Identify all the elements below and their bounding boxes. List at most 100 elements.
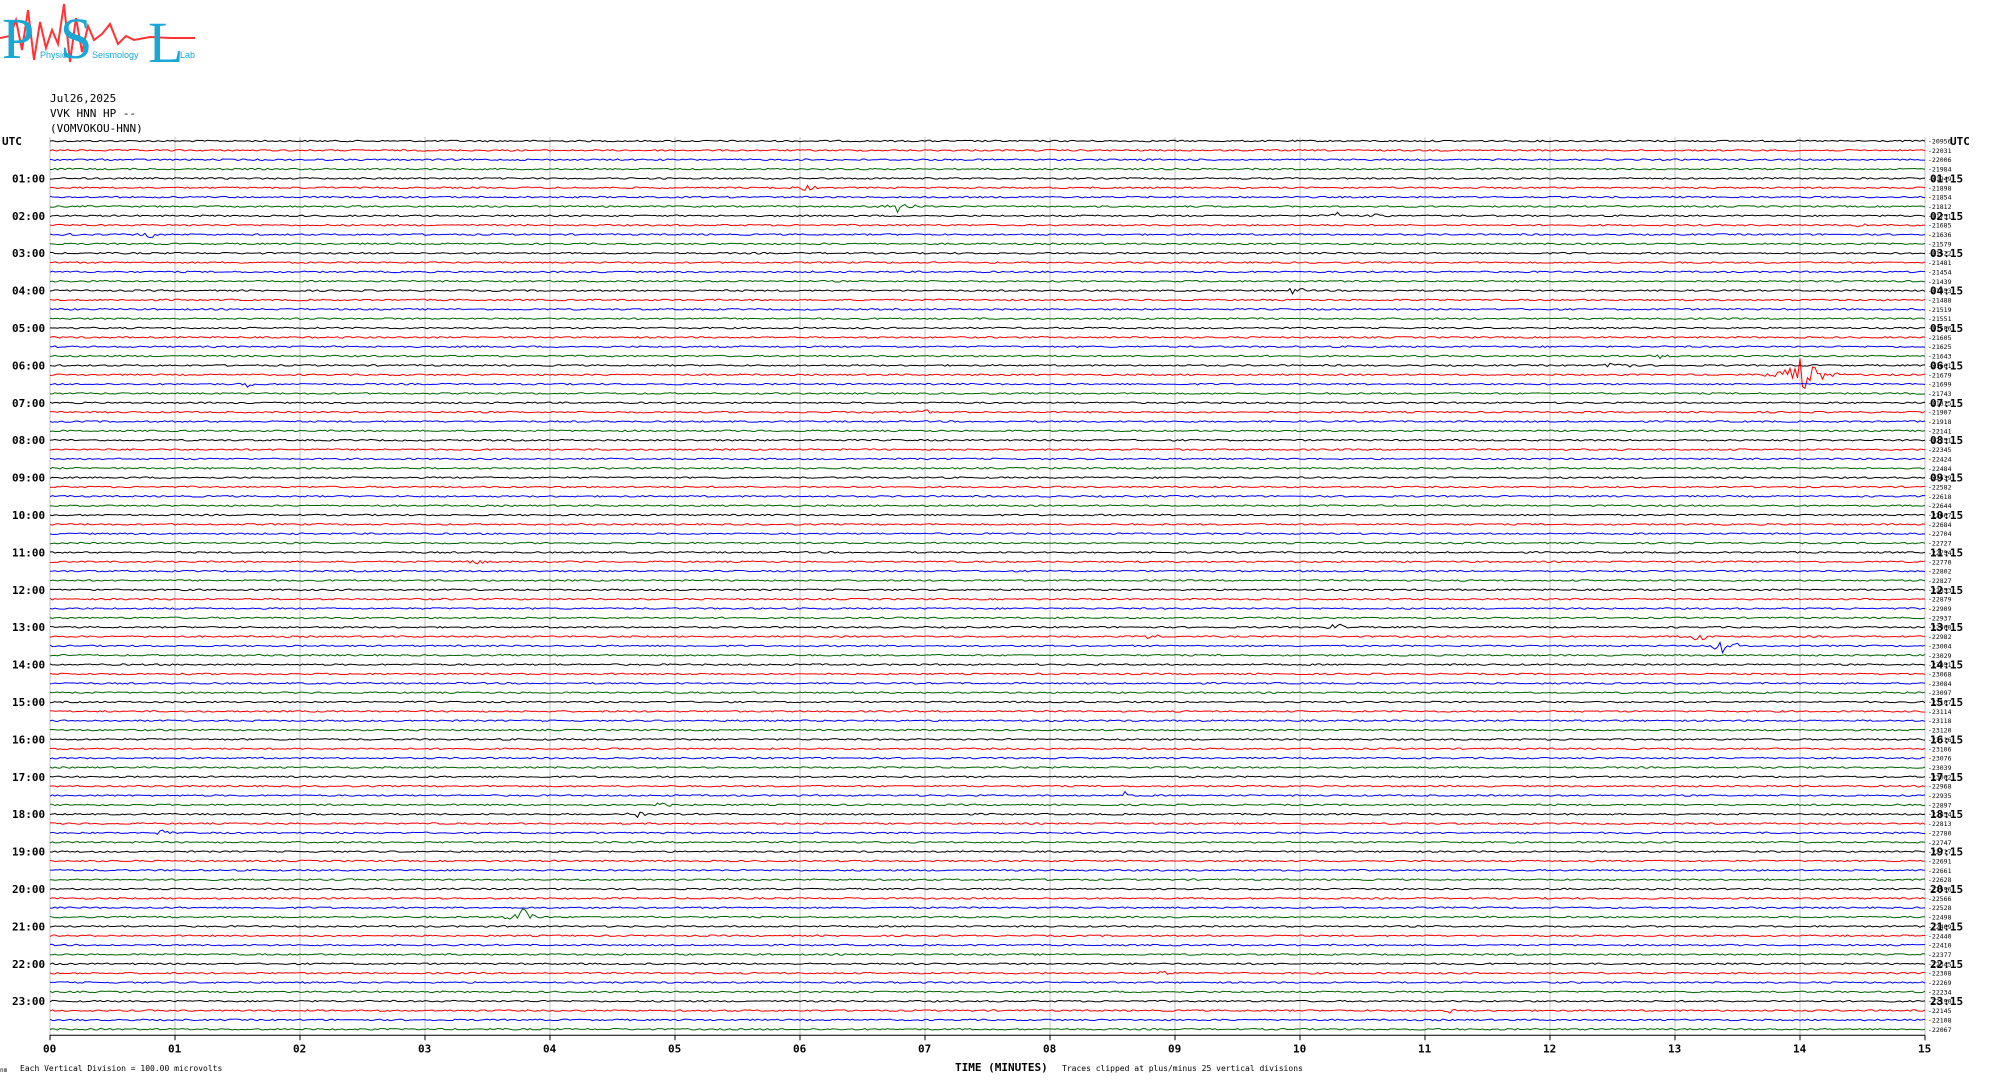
trace-mean-label-82: -22566 (1928, 895, 1952, 903)
trace-mean-label-59: -23084 (1928, 680, 1952, 688)
trace-mean-label-15: -21454 (1928, 268, 1952, 276)
trace-mean-label-46: -22770 (1928, 558, 1952, 566)
trace-line-40 (49, 504, 1926, 507)
left-hour-label-21:00: 21:00 (12, 920, 45, 933)
trace-mean-label-2: -22031 (1928, 147, 1952, 155)
right-hour-label-08:15: 08:15 (1930, 434, 1963, 447)
x-tick-label-14: 14 (1793, 1042, 1807, 1055)
left-hour-label-12:00: 12:00 (12, 584, 45, 597)
trace-mean-label-91: -22269 (1928, 979, 1952, 987)
trace-line-63 (49, 719, 1926, 723)
trace-mean-label-47: -22802 (1928, 568, 1952, 576)
trace-mean-label-87: -22410 (1928, 942, 1952, 950)
x-tick-label-07: 07 (918, 1042, 931, 1055)
trace-line-57 (49, 663, 1926, 666)
trace-line-22 (49, 336, 1926, 339)
trace-line-94 (49, 1008, 1926, 1014)
trace-line-74 (49, 822, 1926, 825)
trace-line-60 (49, 691, 1926, 695)
trace-mean-label-62: -23114 (1928, 708, 1952, 716)
trace-line-15 (49, 270, 1926, 274)
trace-line-54 (49, 634, 1926, 641)
trace-line-87 (49, 943, 1926, 947)
trace-line-16 (49, 279, 1926, 283)
trace-mean-label-70: -22968 (1928, 783, 1952, 791)
trace-line-45 (49, 551, 1926, 554)
x-tick-label-05: 05 (668, 1042, 681, 1055)
trace-line-62 (49, 710, 1926, 713)
trace-line-1 (49, 139, 1926, 143)
trace-line-58 (49, 672, 1926, 676)
right-hour-label-18:15: 18:15 (1930, 808, 1963, 821)
trace-line-86 (49, 934, 1926, 938)
x-tick-label-10: 10 (1293, 1042, 1306, 1055)
trace-line-72 (49, 802, 1926, 807)
trace-line-91 (49, 981, 1926, 984)
trace-mean-label-54: -22982 (1928, 633, 1952, 641)
trace-mean-label-30: -21907 (1928, 409, 1952, 417)
trace-line-69 (49, 775, 1926, 779)
trace-line-68 (49, 766, 1926, 769)
trace-mean-label-83: -22528 (1928, 904, 1952, 912)
x-tick-label-04: 04 (543, 1042, 557, 1055)
trace-mean-label-27: -21699 (1928, 381, 1952, 389)
x-tick-label-06: 06 (793, 1042, 807, 1055)
trace-mean-label-42: -22684 (1928, 521, 1952, 529)
helicorder-plot: UTC UTC TIME (MINUTES) Each Vertical Div… (0, 135, 1970, 1074)
label-layer: UTC UTC TIME (MINUTES) Each Vertical Div… (0, 135, 1970, 1074)
right-hour-label-02:15: 02:15 (1930, 210, 1963, 223)
trace-mean-label-55: -23004 (1928, 642, 1952, 650)
trace-mean-label-43: -22704 (1928, 530, 1952, 538)
trace-line-39 (49, 494, 1926, 498)
trace-mean-label-66: -23106 (1928, 745, 1952, 753)
trace-line-70 (49, 784, 1926, 788)
trace-line-50 (49, 597, 1926, 601)
right-hour-label-04:15: 04:15 (1930, 285, 1963, 298)
trace-mean-label-39: -22618 (1928, 493, 1952, 501)
trace-mean-label-11: -21636 (1928, 231, 1952, 239)
right-hour-label-20:15: 20:15 (1930, 883, 1963, 896)
trace-mean-label-38: -22582 (1928, 483, 1952, 491)
trace-line-42 (49, 522, 1926, 526)
left-hour-label-08:00: 08:00 (12, 434, 45, 447)
trace-line-80 (49, 878, 1926, 882)
left-hour-label-20:00: 20:00 (12, 883, 45, 896)
trace-mean-label-94: -22145 (1928, 1007, 1952, 1015)
trace-line-23 (49, 345, 1926, 349)
trace-mean-label-1: -20956 (1928, 138, 1952, 146)
left-hour-label-06:00: 06:00 (12, 359, 45, 372)
trace-mean-label-63: -23118 (1928, 717, 1952, 725)
trace-line-59 (49, 681, 1926, 685)
x-axis-title: TIME (MINUTES) (955, 1061, 1048, 1074)
left-hour-label-11:00: 11:00 (12, 546, 45, 559)
trace-mean-label-35: -22424 (1928, 455, 1952, 463)
trace-mean-label-96: -22067 (1928, 1026, 1952, 1034)
x-tick-label-13: 13 (1668, 1042, 1681, 1055)
left-hour-label-16:00: 16:00 (12, 733, 45, 746)
trace-mean-label-31: -21918 (1928, 418, 1952, 426)
trace-mean-label-23: -21625 (1928, 343, 1952, 351)
trace-mean-label-34: -22345 (1928, 446, 1952, 454)
left-utc-label: UTC (2, 135, 22, 148)
left-hour-label-14:00: 14:00 (12, 659, 45, 672)
trace-line-11 (49, 232, 1926, 239)
trace-line-92 (49, 990, 1926, 994)
trace-line-65 (49, 738, 1926, 741)
x-tick-label-00: 00 (43, 1042, 56, 1055)
trace-line-35 (49, 457, 1926, 461)
trace-line-83 (49, 906, 1926, 910)
trace-line-47 (49, 569, 1926, 573)
trace-line-38 (49, 485, 1926, 489)
trace-line-9 (49, 211, 1926, 218)
x-tick-label-02: 02 (293, 1042, 306, 1055)
trace-layer (49, 139, 1926, 1031)
trace-line-48 (49, 579, 1926, 582)
right-hour-label-17:15: 17:15 (1930, 771, 1963, 784)
left-hour-label-05:00: 05:00 (12, 322, 45, 335)
left-hour-label-22:00: 22:00 (12, 958, 45, 971)
trace-line-18 (49, 298, 1926, 302)
right-utc-label: UTC (1950, 135, 1970, 148)
right-hour-label-06:15: 06:15 (1930, 359, 1963, 372)
left-hour-label-03:00: 03:00 (12, 247, 45, 260)
left-hour-label-04:00: 04:00 (12, 285, 45, 298)
